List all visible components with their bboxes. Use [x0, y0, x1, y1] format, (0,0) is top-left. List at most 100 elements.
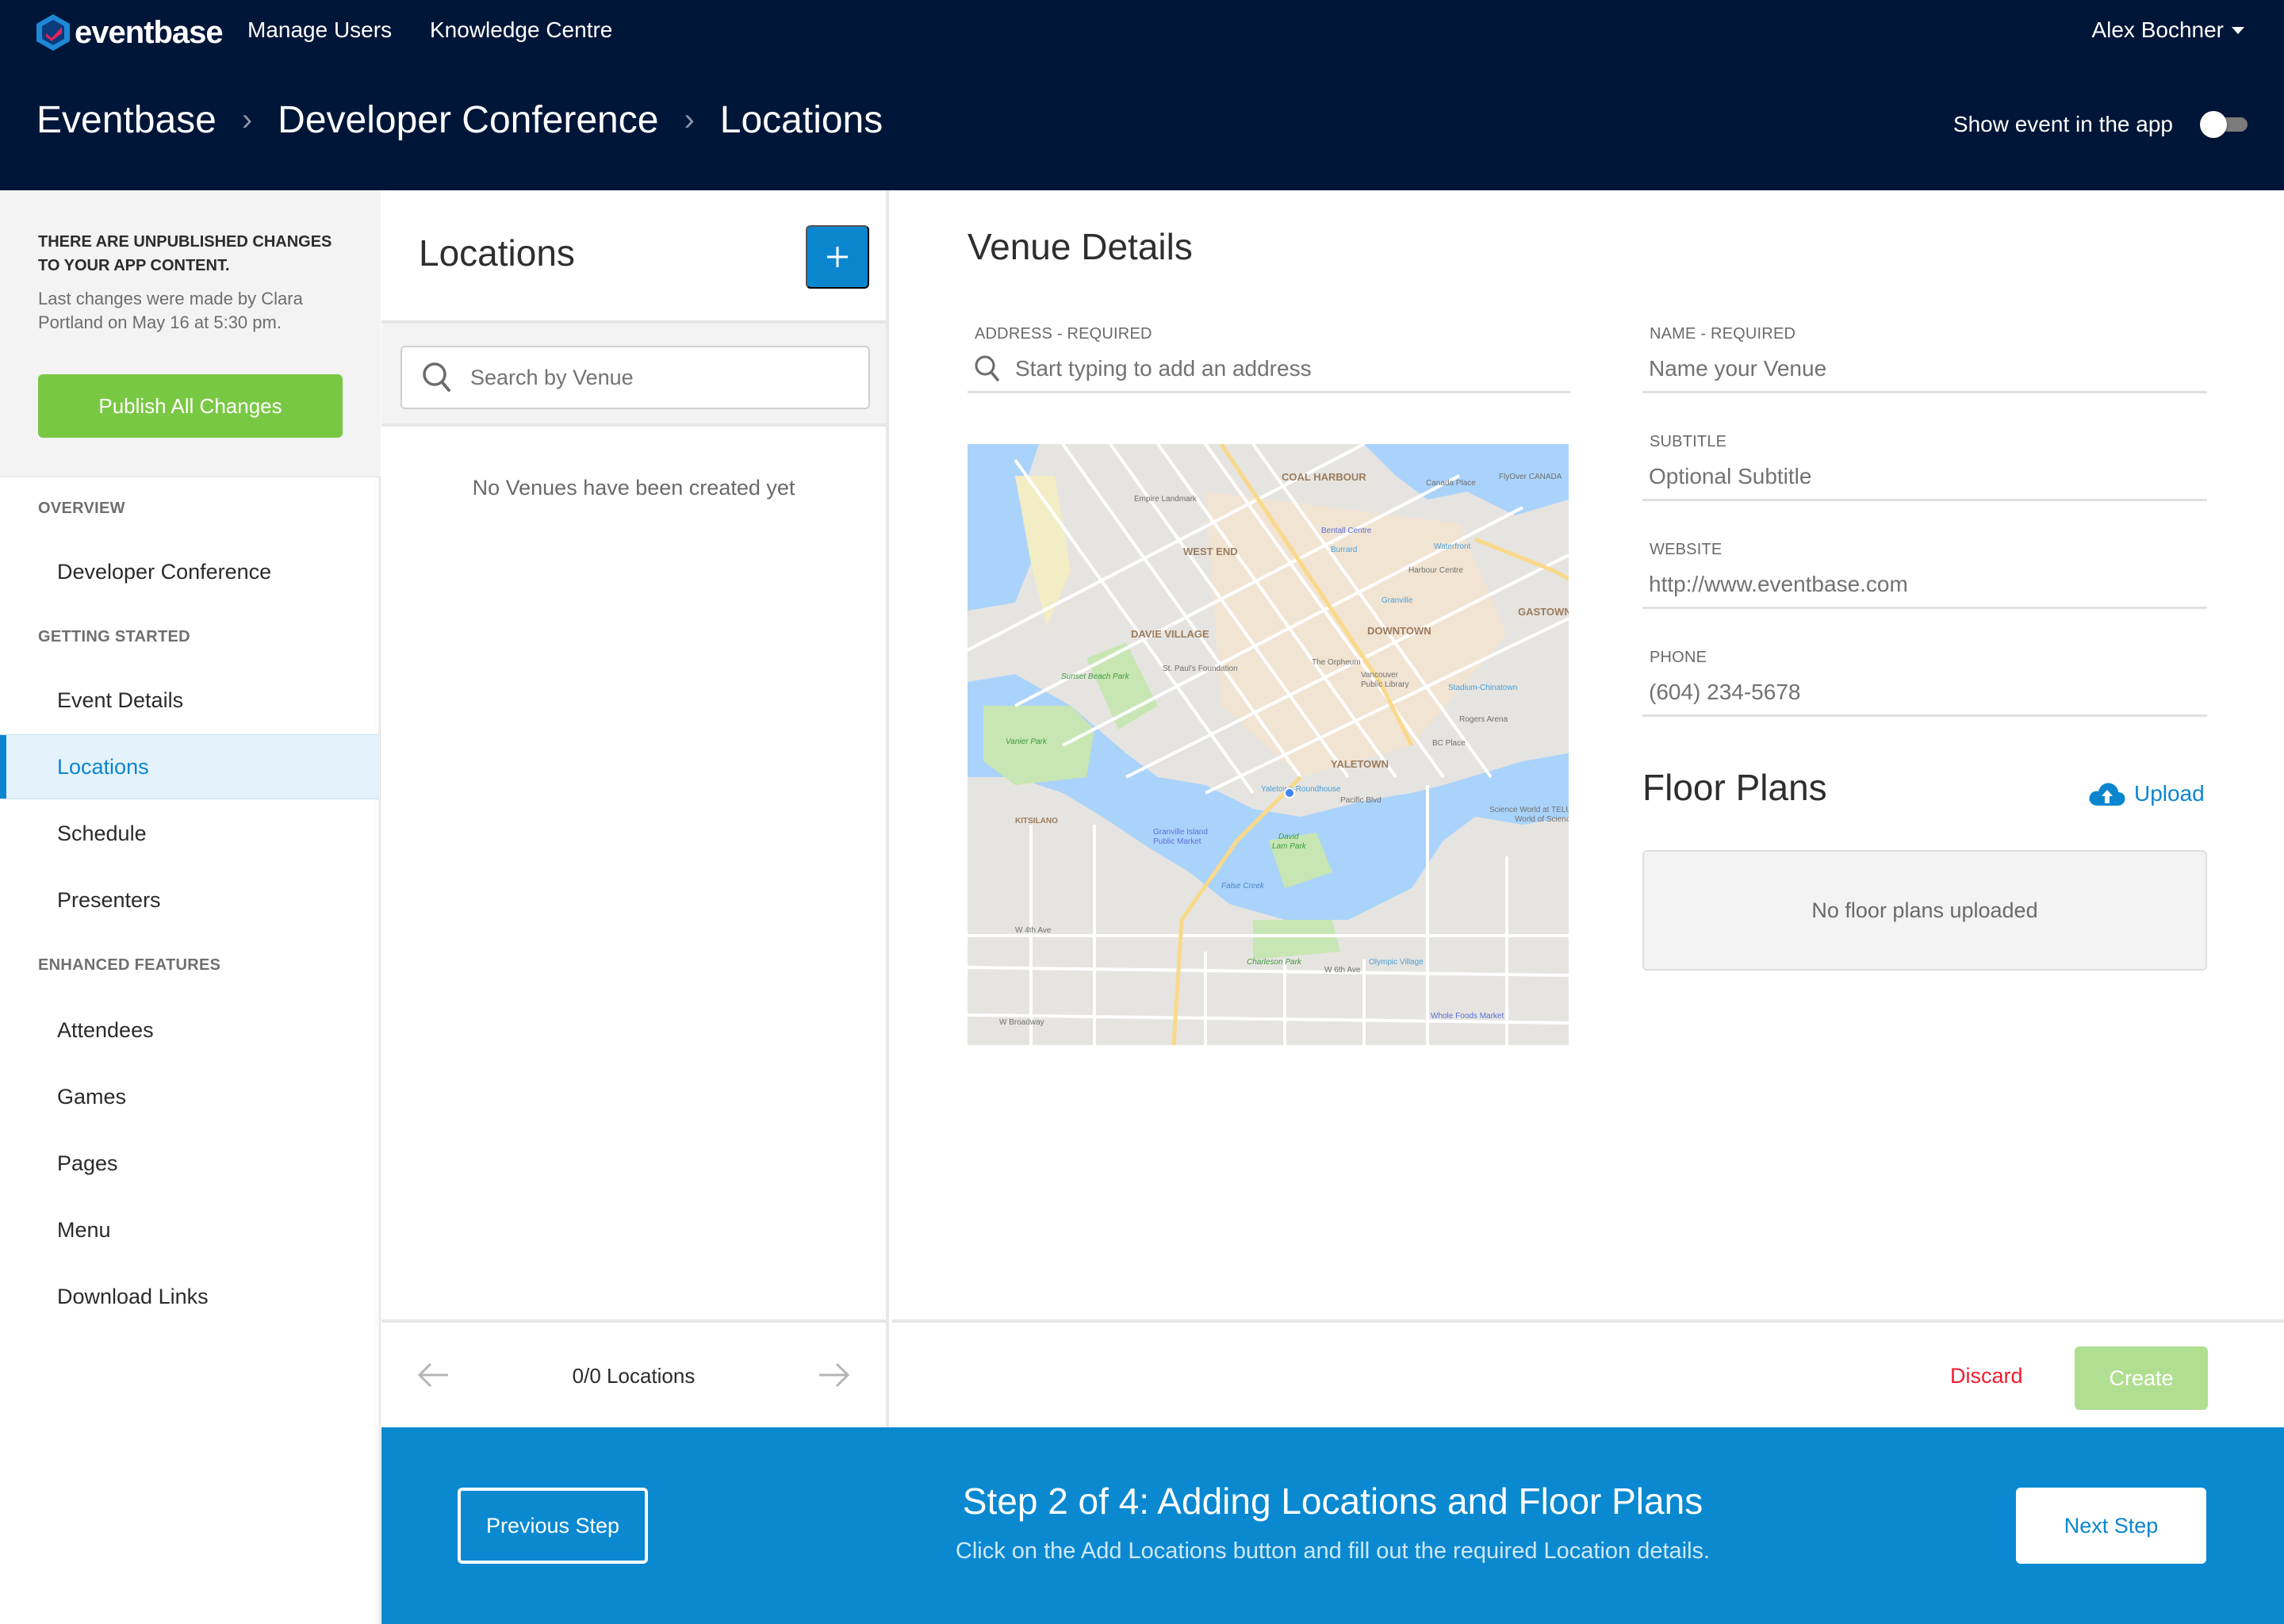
next-step-button[interactable]: Next Step [2016, 1488, 2206, 1564]
user-name: Alex Bochner [2091, 17, 2224, 42]
breadcrumb-eventbase[interactable]: Eventbase [36, 98, 217, 142]
address-field[interactable] [968, 346, 1570, 393]
map-location-dot [1284, 787, 1295, 799]
locations-title: Locations [419, 232, 575, 274]
map-label-gastown: GASTOWN [1518, 606, 1569, 618]
svg-text:Burrard: Burrard [1331, 546, 1357, 554]
user-menu[interactable]: Alex Bochner [2091, 17, 2244, 43]
unpublished-title: THERE ARE UNPUBLISHED CHANGES TO YOUR AP… [38, 233, 332, 274]
locations-panel: Locations No Venues have been created ye… [381, 190, 889, 1427]
svg-text:W 4th Ave: W 4th Ave [1015, 926, 1052, 935]
svg-text:Yaletown-Roundhouse: Yaletown-Roundhouse [1261, 785, 1341, 794]
logo-text: eventbase [75, 14, 224, 50]
floor-plans-title: Floor Plans [1642, 767, 1827, 808]
venue-map[interactable]: COAL HARBOUR WEST END DAVIE VILLAGE DOWN… [968, 444, 1569, 1045]
phone-input[interactable] [1642, 679, 2207, 705]
svg-text:Vancouver: Vancouver [1361, 671, 1399, 680]
plus-icon [827, 247, 848, 267]
svg-text:BC Place: BC Place [1432, 739, 1466, 748]
name-input[interactable] [1642, 355, 2207, 381]
sidebar-item-event-details[interactable]: Event Details [0, 668, 379, 733]
svg-text:St. Paul's Foundation: St. Paul's Foundation [1163, 665, 1238, 673]
show-event-toggle[interactable] [2200, 111, 2248, 138]
map-label-yaletown: YALETOWN [1331, 758, 1389, 770]
venue-actions: Discard Create [892, 1320, 2284, 1427]
sidebar-item-games[interactable]: Games [0, 1064, 379, 1129]
no-venues-message: No Venues have been created yet [472, 476, 795, 500]
pager-count: 0/0 Locations [572, 1364, 696, 1388]
sidebar-item-developer-conference[interactable]: Developer Conference [0, 539, 379, 604]
name-label: NAME - REQUIRED [1650, 325, 1796, 343]
sidebar-item-schedule[interactable]: Schedule [0, 801, 379, 866]
name-field[interactable] [1642, 346, 2207, 393]
arrow-right-icon[interactable] [816, 1358, 851, 1392]
svg-text:Waterfront: Waterfront [1434, 542, 1471, 551]
sidebar-item-menu[interactable]: Menu [0, 1197, 379, 1262]
svg-text:Olympic Village: Olympic Village [1369, 958, 1424, 967]
show-event-label: Show event in the app [1953, 112, 2173, 136]
venue-search-field[interactable] [400, 346, 870, 409]
svg-text:Rogers Arena: Rogers Arena [1459, 715, 1508, 724]
svg-text:Public Market: Public Market [1153, 837, 1201, 846]
show-event-setting: Show event in the app [1953, 111, 2248, 138]
toggle-knob [2200, 111, 2227, 138]
svg-text:Granville: Granville [1382, 596, 1413, 605]
cloud-upload-icon [2089, 783, 2125, 806]
onboarding-step-bar: Previous Step Step 2 of 4: Adding Locati… [381, 1427, 2284, 1624]
locations-pager: 0/0 Locations [381, 1320, 889, 1427]
upload-floor-plan-button[interactable]: Upload [2088, 780, 2205, 807]
section-getting-started: GETTING STARTED [38, 628, 190, 645]
svg-text:Harbour Centre: Harbour Centre [1408, 566, 1463, 575]
svg-text:Lam Park: Lam Park [1272, 842, 1307, 851]
upload-label: Upload [2134, 781, 2205, 806]
svg-text:The Orpheum: The Orpheum [1312, 658, 1361, 667]
breadcrumb-locations: Locations [719, 99, 883, 141]
step-subtitle: Click on the Add Locations button and fi… [955, 1538, 1711, 1564]
subtitle-input[interactable] [1642, 463, 2207, 489]
create-button[interactable]: Create [2075, 1346, 2208, 1410]
phone-field[interactable] [1642, 669, 2207, 717]
map-label-downtown: DOWNTOWN [1367, 625, 1431, 637]
step-title: Step 2 of 4: Adding Locations and Floor … [962, 1480, 1703, 1522]
discard-button[interactable]: Discard [1950, 1364, 2023, 1388]
subtitle-field[interactable] [1642, 454, 2207, 501]
add-location-button[interactable] [806, 225, 869, 289]
svg-text:False Creek: False Creek [1221, 882, 1265, 891]
search-icon [975, 355, 999, 381]
nav-knowledge-centre[interactable]: Knowledge Centre [430, 17, 612, 43]
sidebar-item-attendees[interactable]: Attendees [0, 998, 379, 1063]
venue-search-input[interactable] [470, 365, 851, 390]
chevron-right-icon: › [241, 102, 253, 137]
svg-text:Science World at TELUS: Science World at TELUS [1489, 806, 1569, 814]
unpublished-subtitle: Last changes were made by Clara Portland… [38, 289, 303, 332]
venue-details-panel: Venue Details ADDRESS - REQUIRED NAME - … [892, 190, 2284, 1320]
svg-text:Canada Place: Canada Place [1426, 479, 1476, 488]
sidebar-item-pages[interactable]: Pages [0, 1131, 379, 1196]
svg-text:Pacific Blvd: Pacific Blvd [1340, 796, 1382, 805]
website-field[interactable] [1642, 561, 2207, 609]
sidebar-item-locations[interactable]: Locations [0, 734, 379, 799]
search-band [381, 320, 886, 427]
svg-text:Stadium-Chinatown: Stadium-Chinatown [1448, 684, 1517, 692]
floor-plans-empty: No floor plans uploaded [1642, 850, 2207, 971]
sidebar-item-presenters[interactable]: Presenters [0, 868, 379, 933]
address-input[interactable] [1001, 355, 1570, 381]
map-label-coal-harbour: COAL HARBOUR [1282, 471, 1366, 483]
address-label: ADDRESS - REQUIRED [975, 325, 1152, 343]
section-enhanced-features: ENHANCED FEATURES [38, 956, 221, 974]
search-icon [423, 362, 450, 392]
svg-text:Bentall Centre: Bentall Centre [1321, 527, 1372, 535]
svg-text:Vanier Park: Vanier Park [1006, 737, 1048, 746]
svg-text:Granville Island: Granville Island [1153, 828, 1208, 837]
svg-text:W Broadway: W Broadway [999, 1018, 1044, 1027]
eventbase-logo[interactable]: eventbase [36, 14, 224, 51]
website-input[interactable] [1642, 571, 2207, 597]
breadcrumb-developer-conference[interactable]: Developer Conference [278, 98, 658, 142]
svg-text:David: David [1278, 833, 1299, 841]
svg-text:Empire Landmark: Empire Landmark [1134, 495, 1198, 504]
phone-label: PHONE [1650, 649, 1707, 666]
publish-all-changes-button[interactable]: Publish All Changes [38, 374, 343, 438]
nav-manage-users[interactable]: Manage Users [247, 17, 392, 43]
sidebar: THERE ARE UNPUBLISHED CHANGES TO YOUR AP… [0, 190, 381, 1624]
sidebar-item-download-links[interactable]: Download Links [0, 1264, 379, 1329]
